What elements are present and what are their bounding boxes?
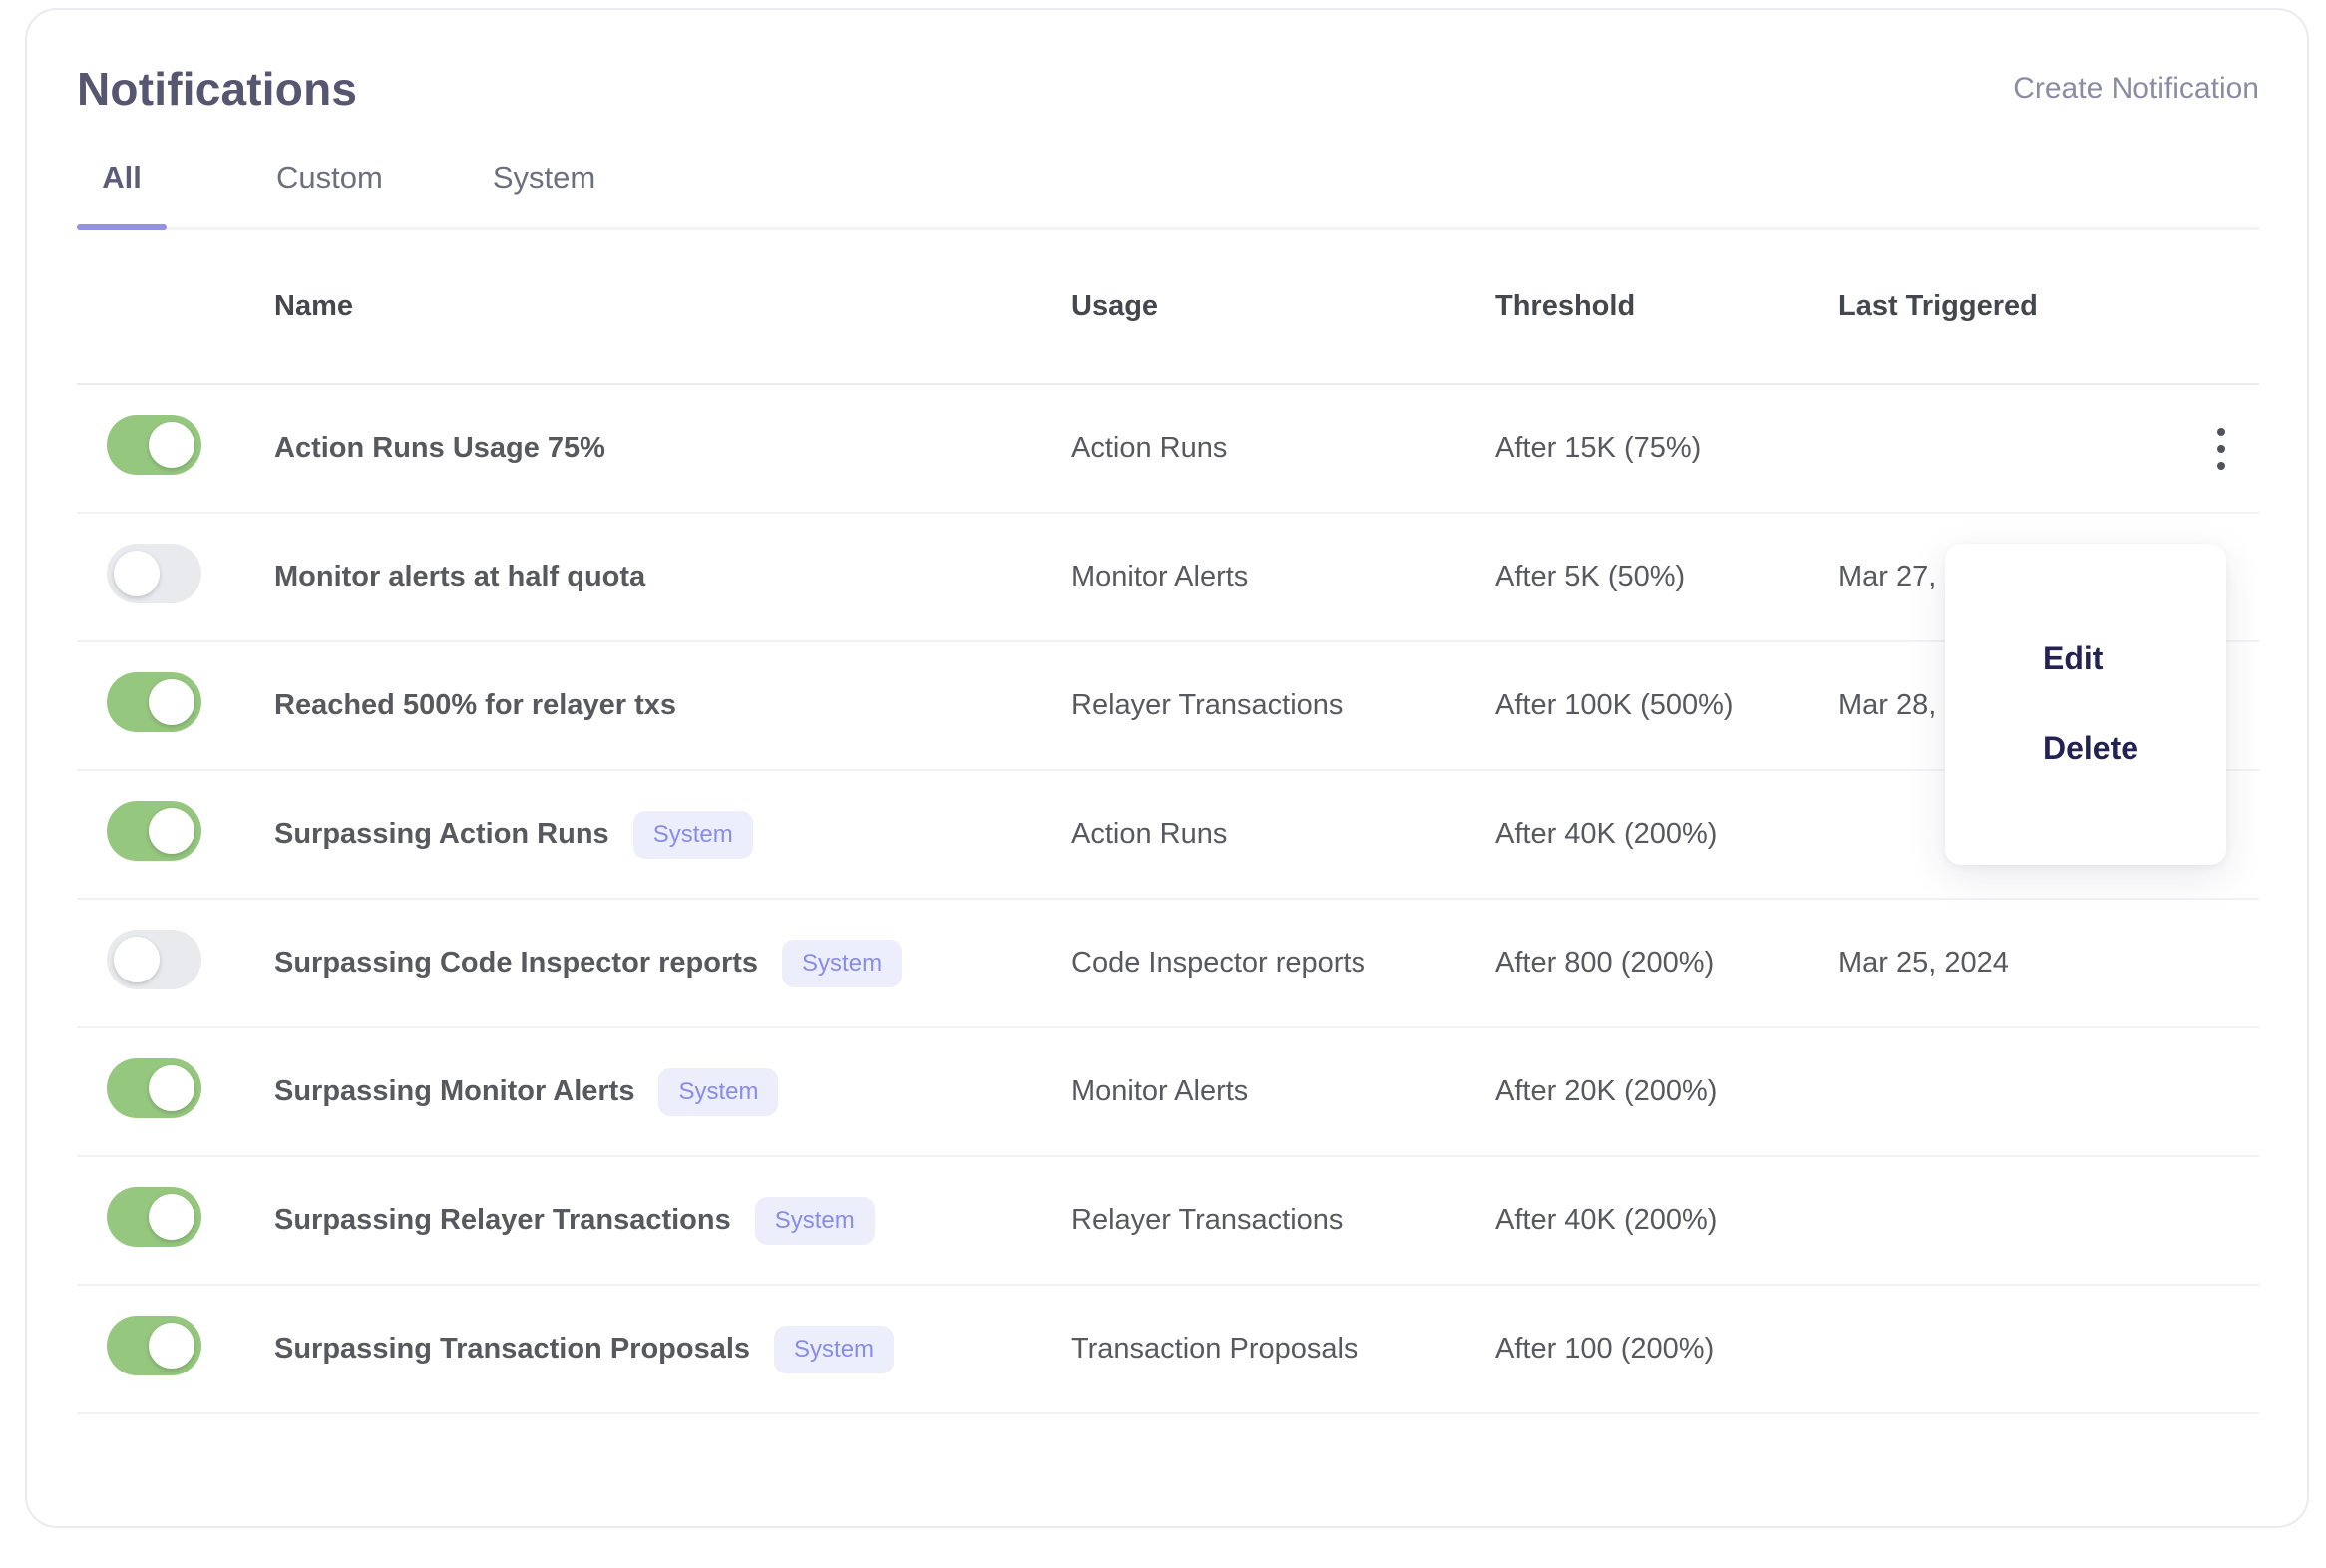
notification-toggle[interactable] <box>107 543 201 603</box>
menu-item-edit[interactable]: Edit <box>1945 613 2226 703</box>
header-name: Name <box>274 290 353 322</box>
usage-value: Monitor Alerts <box>1071 1075 1249 1107</box>
system-badge: System <box>754 1196 875 1245</box>
table-row: Reached 500% for relayer txs Relayer Tra… <box>77 642 2259 771</box>
notification-toggle[interactable] <box>107 929 201 989</box>
notification-toggle[interactable] <box>107 1186 201 1247</box>
threshold-value: After 5K (50%) <box>1495 561 1686 592</box>
notification-toggle[interactable] <box>107 414 201 475</box>
table-header-row: Name Usage Threshold Last Triggered <box>77 230 2259 385</box>
tab-all[interactable]: All <box>77 142 167 230</box>
threshold-value: After 20K (200%) <box>1495 1075 1718 1107</box>
notification-toggle[interactable] <box>107 1315 201 1375</box>
system-badge: System <box>632 810 753 859</box>
toggle-knob <box>149 1322 194 1369</box>
notifications-table: Name Usage Threshold Last Triggered Acti… <box>77 230 2259 1414</box>
threshold-value: After 800 (200%) <box>1495 947 1715 979</box>
usage-value: Action Runs <box>1071 818 1228 850</box>
notification-name: Surpassing Action Runs <box>274 818 609 850</box>
header-threshold: Threshold <box>1495 290 1636 322</box>
toggle-knob <box>149 1193 194 1240</box>
card-header: Notifications Create Notification <box>77 10 2259 116</box>
header-last-triggered: Last Triggered <box>1838 290 2038 322</box>
toggle-knob <box>149 807 194 854</box>
system-badge: System <box>658 1067 779 1116</box>
notification-name: Surpassing Code Inspector reports <box>274 947 759 979</box>
notification-toggle[interactable] <box>107 1057 201 1118</box>
toggle-knob <box>149 421 194 468</box>
toggle-knob <box>114 936 160 982</box>
table-row: Surpassing Relayer Transactions System R… <box>77 1157 2259 1286</box>
page-title: Notifications <box>77 63 358 115</box>
notification-name: Reached 500% for relayer txs <box>274 689 676 721</box>
threshold-value: After 15K (75%) <box>1495 432 1702 464</box>
notification-name: Action Runs Usage 75% <box>274 432 605 464</box>
toggle-knob <box>114 550 160 596</box>
notification-name: Surpassing Relayer Transactions <box>274 1204 731 1236</box>
table-row: Surpassing Transaction Proposals System … <box>77 1286 2259 1414</box>
usage-value: Relayer Transactions <box>1071 689 1344 721</box>
table-row: Surpassing Action Runs System Action Run… <box>77 771 2259 900</box>
tab-system[interactable]: System <box>493 142 595 227</box>
notification-name: Surpassing Monitor Alerts <box>274 1075 635 1107</box>
system-badge: System <box>782 939 903 987</box>
row-context-menu: Edit Delete <box>1945 544 2226 865</box>
menu-item-delete[interactable]: Delete <box>1945 703 2226 793</box>
table-row: Action Runs Usage 75% Action Runs After … <box>77 385 2259 514</box>
notification-toggle[interactable] <box>107 800 201 861</box>
table-row: Surpassing Monitor Alerts System Monitor… <box>77 1028 2259 1157</box>
table-row: Monitor alerts at half quota Monitor Ale… <box>77 514 2259 642</box>
create-notification-button[interactable]: Create Notification <box>2013 62 2259 116</box>
notifications-card: Notifications Create Notification All Cu… <box>25 8 2309 1528</box>
system-badge: System <box>774 1325 895 1373</box>
last-triggered-value: Mar 25, 2024 <box>1838 947 2009 979</box>
usage-value: Monitor Alerts <box>1071 561 1249 592</box>
table-body: Action Runs Usage 75% Action Runs After … <box>77 385 2259 1414</box>
usage-value: Action Runs <box>1071 432 1228 464</box>
row-menu-button[interactable] <box>2207 418 2235 480</box>
notification-name: Monitor alerts at half quota <box>274 561 646 592</box>
threshold-value: After 40K (200%) <box>1495 818 1718 850</box>
header-usage: Usage <box>1071 290 1159 322</box>
threshold-value: After 40K (200%) <box>1495 1204 1718 1236</box>
toggle-knob <box>149 1064 194 1111</box>
table-row: Surpassing Code Inspector reports System… <box>77 900 2259 1028</box>
notification-name: Surpassing Transaction Proposals <box>274 1333 751 1365</box>
usage-value: Transaction Proposals <box>1071 1333 1358 1365</box>
tab-custom[interactable]: Custom <box>276 142 383 227</box>
notification-toggle[interactable] <box>107 671 201 732</box>
threshold-value: After 100K (500%) <box>1495 689 1734 721</box>
threshold-value: After 100 (200%) <box>1495 1333 1715 1365</box>
tab-bar: All Custom System <box>77 142 2259 230</box>
usage-value: Code Inspector reports <box>1071 947 1365 979</box>
toggle-knob <box>149 678 194 725</box>
usage-value: Relayer Transactions <box>1071 1204 1344 1236</box>
